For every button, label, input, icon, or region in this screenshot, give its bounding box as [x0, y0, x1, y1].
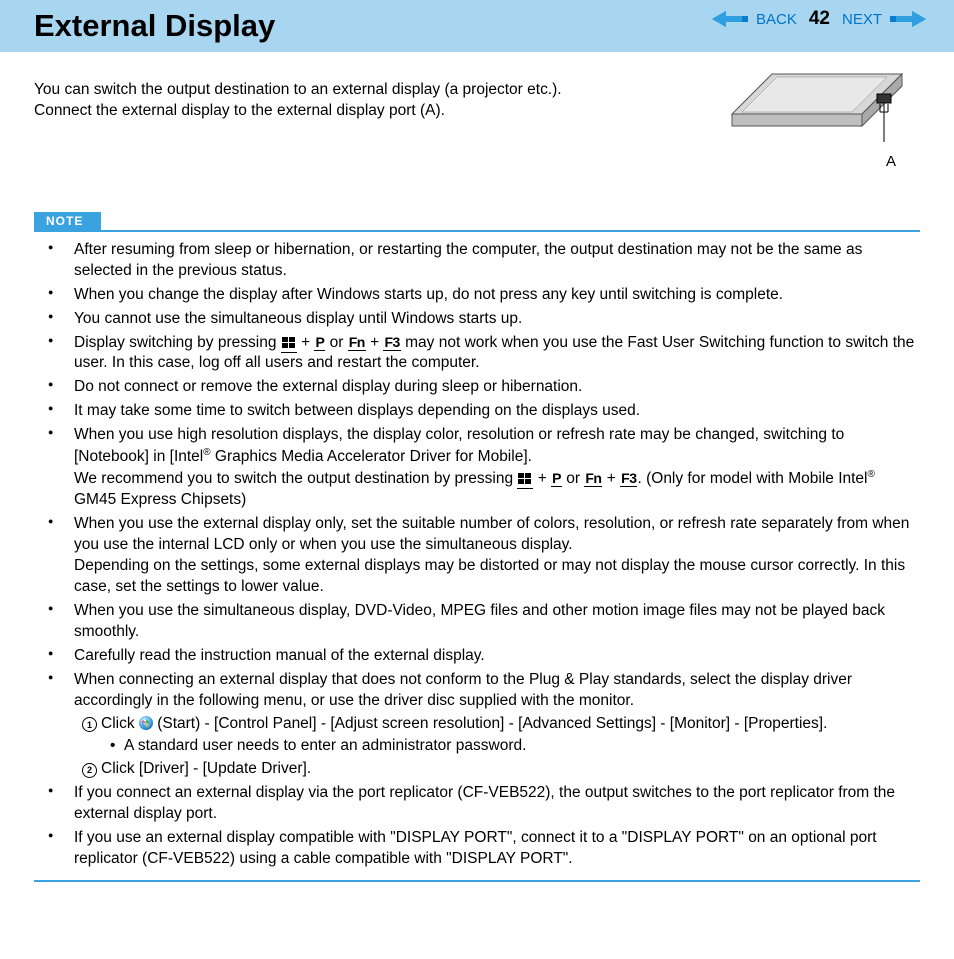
note-item: Do not connect or remove the external di… [70, 377, 916, 398]
key-p: P [551, 470, 562, 487]
key-fn: Fn [348, 334, 366, 351]
note-bottom-rule [34, 880, 920, 882]
back-link[interactable]: BACK [756, 11, 797, 28]
note-item: You cannot use the simultaneous display … [70, 309, 916, 330]
key-p: P [314, 334, 325, 351]
next-arrow-icon[interactable] [890, 10, 926, 28]
registered-mark: ® [868, 469, 875, 480]
substep-1: 1Click (Start) - [Control Panel] - [Adju… [82, 714, 916, 735]
laptop-figure: A [722, 64, 920, 174]
header-bar: External Display BACK 42 NEXT [0, 0, 954, 52]
key-f3: F3 [620, 470, 637, 487]
intro-line2: Connect the external display to the exte… [34, 102, 445, 119]
registered-mark: ® [203, 447, 210, 458]
substep-2: 2Click [Driver] - [Update Driver]. [82, 759, 916, 780]
note-item: Display switching by pressing + P or Fn … [70, 333, 916, 375]
back-arrow-icon[interactable] [712, 10, 748, 28]
note-item: When connecting an external display that… [70, 670, 916, 781]
note-item: When you change the display after Window… [70, 285, 916, 306]
windows-key-icon [517, 472, 533, 489]
intro-text: You can switch the output destination to… [34, 80, 684, 122]
content-area: You can switch the output destination to… [0, 52, 954, 892]
sub-bullet: • A standard user needs to enter an admi… [110, 736, 916, 757]
note-item: When you use the simultaneous display, D… [70, 601, 916, 643]
page-number: 42 [809, 8, 830, 30]
note-top-rule [34, 230, 920, 232]
note-badge: NOTE [34, 212, 101, 230]
key-fn: Fn [584, 470, 602, 487]
note-item: If you use an external display compatibl… [70, 828, 916, 870]
key-f3: F3 [383, 334, 400, 351]
note-section: NOTE After resuming from sleep or hibern… [34, 212, 920, 882]
note-item: After resuming from sleep or hibernation… [70, 240, 916, 282]
page-title: External Display [34, 8, 275, 44]
note-item: It may take some time to switch between … [70, 401, 916, 422]
circled-1-icon: 1 [82, 717, 97, 732]
note-item: Carefully read the instruction manual of… [70, 646, 916, 667]
windows-key-icon [281, 336, 297, 353]
note-item: When you use high resolution displays, t… [70, 425, 916, 511]
start-orb-icon [139, 716, 153, 730]
note-item: If you connect an external display via t… [70, 783, 916, 825]
notes-list: After resuming from sleep or hibernation… [34, 240, 920, 870]
intro-line1: You can switch the output destination to… [34, 81, 562, 98]
next-link[interactable]: NEXT [842, 11, 882, 28]
laptop-illustration-icon [722, 64, 920, 152]
note-item: When you use the external display only, … [70, 514, 916, 598]
figure-label-a: A [862, 153, 920, 170]
circled-2-icon: 2 [82, 763, 97, 778]
page-nav: BACK 42 NEXT [712, 8, 926, 30]
